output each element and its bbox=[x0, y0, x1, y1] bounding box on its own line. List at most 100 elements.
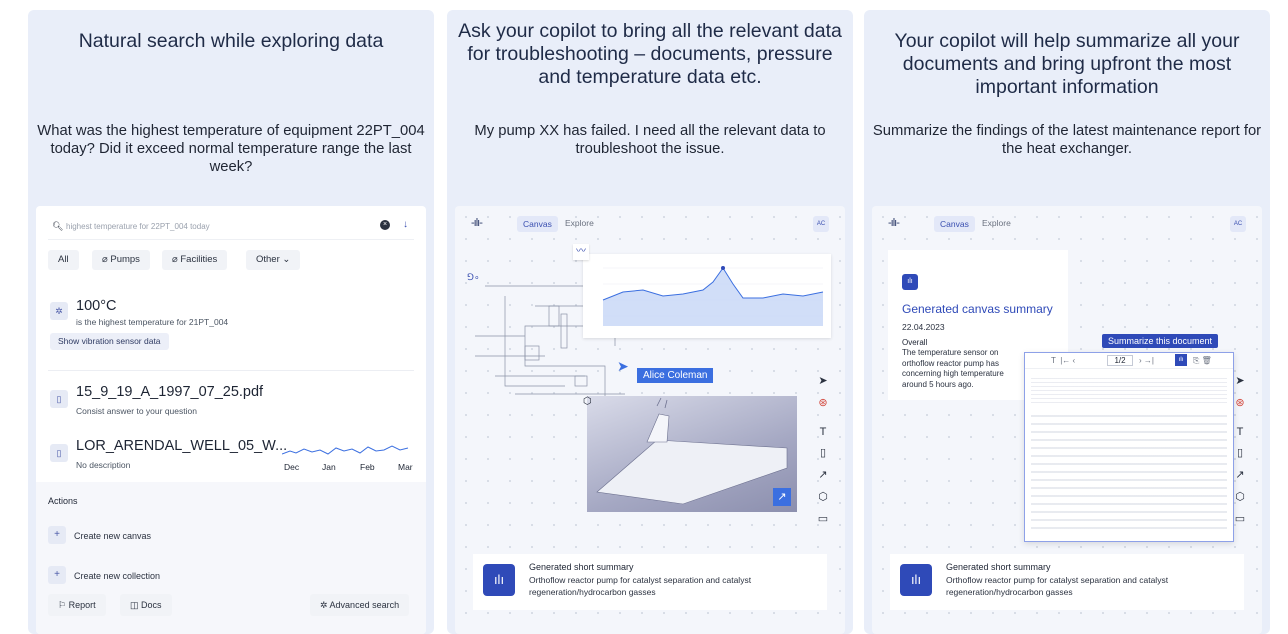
comment-tool-icon[interactable]: ▭ bbox=[813, 512, 833, 525]
panel-summarize: Your copilot will help summarize all you… bbox=[864, 10, 1270, 634]
doc-desc: Consist answer to your question bbox=[76, 406, 197, 416]
document-content bbox=[1031, 375, 1227, 403]
summarize-tooltip: Summarize this document bbox=[1102, 334, 1219, 348]
plus-icon[interactable]: + bbox=[48, 526, 66, 544]
cube-icon: ⬡ bbox=[583, 396, 592, 407]
comment-tool-icon[interactable]: ▭ bbox=[1230, 512, 1250, 525]
app-topbar: -ılı- Canvas Explore AC bbox=[465, 214, 835, 234]
month-label: Mar bbox=[398, 462, 413, 472]
app-topbar: -ılı- Canvas Explore AC bbox=[882, 214, 1252, 234]
search-icon: 🔍︎ bbox=[52, 221, 64, 231]
connector-tool-icon[interactable]: ↗ bbox=[1230, 468, 1250, 481]
avatar[interactable]: AC bbox=[1230, 216, 1246, 232]
plus-icon[interactable]: + bbox=[48, 566, 66, 584]
summarize-button[interactable]: ılı bbox=[1175, 354, 1187, 366]
tab-explore[interactable]: Explore bbox=[565, 218, 594, 228]
search-card: 🔍︎ highest temperature for 22PT_004 toda… bbox=[36, 206, 426, 634]
clear-icon[interactable]: × bbox=[380, 220, 390, 230]
collaborator-cursor-label: Alice Coleman bbox=[637, 368, 714, 383]
search-input[interactable]: highest temperature for 22PT_004 today bbox=[66, 222, 210, 231]
microphone-icon[interactable]: ↓ bbox=[403, 219, 408, 230]
cursor-icon: ➤ bbox=[617, 358, 629, 374]
tab-canvas[interactable]: Canvas bbox=[934, 216, 975, 232]
document-icon: ▯ bbox=[50, 390, 68, 408]
panel-title: Your copilot will help summarize all you… bbox=[894, 30, 1240, 98]
document-viewer: T |← ‹ 1/2 › →| ılı ⎘ 🗑︎ bbox=[1024, 352, 1234, 542]
show-vibration-button[interactable]: Show vibration sensor data bbox=[50, 333, 169, 350]
pointer-tool-icon[interactable]: ➤ bbox=[813, 374, 833, 387]
external-link-icon[interactable]: ↗ bbox=[773, 488, 791, 506]
generated-summary-card: ılı Generated short summary Orthoflow re… bbox=[890, 554, 1244, 610]
waveform-icon: ılı bbox=[900, 564, 932, 596]
create-collection-action[interactable]: Create new collection bbox=[74, 571, 160, 581]
document-tool-icon[interactable]: ▯ bbox=[813, 446, 833, 459]
pointer-tool-icon[interactable]: ➤ bbox=[1230, 374, 1250, 387]
app-logo-icon: -ılı- bbox=[888, 217, 900, 229]
panel-natural-search: Natural search while exploring data What… bbox=[28, 10, 434, 634]
result-caption: is the highest temperature for 21PT_004 bbox=[76, 317, 229, 327]
avatar[interactable]: AC bbox=[813, 216, 829, 232]
object-tool-icon[interactable]: ⬡ bbox=[813, 490, 833, 503]
panel-troubleshooting: Ask your copilot to bring all the releva… bbox=[447, 10, 853, 634]
sensor-icon: ✲ bbox=[50, 302, 68, 320]
docs-button[interactable]: ◫ Docs bbox=[120, 594, 172, 616]
gen-overall: Overall bbox=[902, 338, 928, 347]
month-label: Feb bbox=[360, 462, 375, 472]
panel-prompt: My pump XX has failed. I need all the re… bbox=[474, 123, 826, 157]
viewer-toolbar: T |← ‹ 1/2 › →| ılı ⎘ 🗑︎ bbox=[1025, 353, 1233, 369]
temperature-chart bbox=[583, 254, 831, 338]
diagram-icon: ⅁∘ bbox=[467, 272, 480, 282]
report-button[interactable]: ⚐ Report bbox=[48, 594, 106, 616]
viewer-extra-icons[interactable]: ⎘ 🗑︎ bbox=[1193, 356, 1212, 366]
panel-prompt: What was the highest temperature of equi… bbox=[37, 123, 425, 175]
divider bbox=[48, 370, 414, 371]
filter-all[interactable]: All bbox=[48, 250, 79, 270]
document-table bbox=[1031, 409, 1227, 529]
month-label: Jan bbox=[322, 462, 336, 472]
object-tool-icon[interactable]: ⬡ bbox=[1230, 490, 1250, 503]
gen-text: The temperature sensor on orthoflow reac… bbox=[902, 348, 1004, 389]
connector-tool-icon[interactable]: ↗ bbox=[813, 468, 833, 481]
gen-date: 22.04.2023 bbox=[902, 322, 945, 332]
tab-explore[interactable]: Explore bbox=[982, 218, 1011, 228]
doc-name[interactable]: LOR_ARENDAL_WELL_05_W... bbox=[76, 438, 287, 454]
canvas-app: -ılı- Canvas Explore AC ⅁∘ 〰 ↗ ⬡ ➤ Alice… bbox=[455, 206, 845, 634]
doc-name[interactable]: 15_9_19_A_1997_07_25.pdf bbox=[76, 384, 263, 400]
panel-title: Natural search while exploring data bbox=[78, 30, 384, 52]
filter-other[interactable]: Other ⌄ bbox=[246, 250, 301, 270]
doc-desc: No description bbox=[76, 460, 131, 470]
search-bar[interactable]: 🔍︎ highest temperature for 22PT_004 toda… bbox=[48, 216, 414, 240]
summary-title: Generated short summary bbox=[529, 562, 634, 572]
viewer-nav-icons[interactable]: T |← ‹ bbox=[1051, 356, 1075, 365]
summary-text: Orthoflow reactor pump for catalyst sepa… bbox=[529, 575, 752, 597]
advanced-search-button[interactable]: ✲ Advanced search bbox=[310, 594, 410, 616]
page-indicator[interactable]: 1/2 bbox=[1107, 355, 1133, 366]
filter-facilities[interactable]: ⌀ Facilities bbox=[162, 250, 228, 270]
document-icon: ▯ bbox=[50, 444, 68, 462]
3d-model-view: ↗ bbox=[587, 396, 797, 512]
app-logo-icon: -ılı- bbox=[471, 217, 483, 229]
viewer-next-icons[interactable]: › →| bbox=[1139, 356, 1154, 365]
tab-canvas[interactable]: Canvas bbox=[517, 216, 558, 232]
sparkline bbox=[282, 445, 409, 455]
canvas-app: -ılı- Canvas Explore AC ılı Generated ca… bbox=[872, 206, 1262, 634]
ai-tool-icon[interactable]: ⊛ bbox=[1230, 396, 1250, 409]
document-tool-icon[interactable]: ▯ bbox=[1230, 446, 1250, 459]
month-label: Dec bbox=[284, 462, 300, 472]
text-tool-icon[interactable]: T bbox=[813, 426, 833, 438]
text-tool-icon[interactable]: T bbox=[1230, 426, 1250, 438]
filter-pumps[interactable]: ⌀ Pumps bbox=[92, 250, 150, 270]
trend-icon[interactable]: 〰 bbox=[573, 244, 589, 260]
waveform-icon: ılı bbox=[483, 564, 515, 596]
panel-prompt: Summarize the findings of the latest mai… bbox=[872, 123, 1262, 157]
summary-title: Generated short summary bbox=[946, 562, 1051, 572]
actions-title: Actions bbox=[48, 496, 78, 506]
generated-summary-card: ılı Generated short summary Orthoflow re… bbox=[473, 554, 827, 610]
panel-title: Ask your copilot to bring all the releva… bbox=[458, 20, 842, 88]
result-value: 100°C bbox=[76, 298, 117, 314]
create-canvas-action[interactable]: Create new canvas bbox=[74, 531, 151, 541]
waveform-icon: ılı bbox=[902, 274, 918, 290]
gen-title: Generated canvas summary bbox=[902, 302, 1053, 316]
ai-tool-icon[interactable]: ⊛ bbox=[813, 396, 833, 409]
summary-text: Orthoflow reactor pump for catalyst sepa… bbox=[946, 575, 1169, 597]
